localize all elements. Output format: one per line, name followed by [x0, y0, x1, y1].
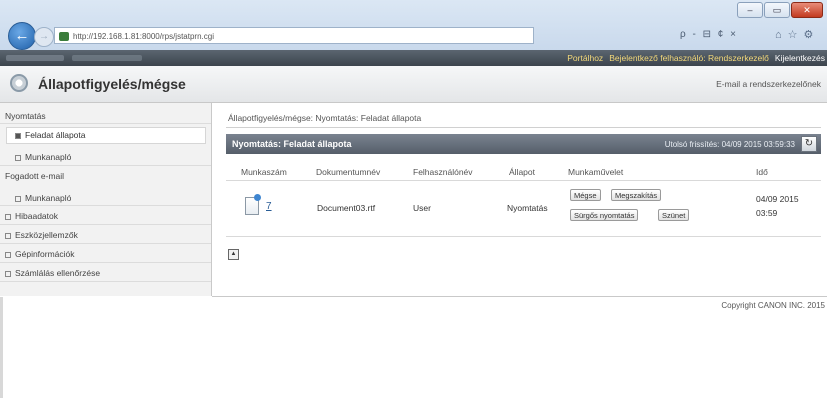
sidebar-item-printing[interactable]: Nyomtatás: [5, 111, 46, 121]
sidebar-divider: [0, 224, 211, 225]
panel-title: Nyomtatás: Feladat állapota: [232, 139, 352, 149]
logout-link[interactable]: Kijelentkezés: [775, 53, 825, 63]
user-name: User: [413, 203, 431, 213]
forward-arrow-icon[interactable]: →: [34, 27, 54, 47]
top-links: Portálhoz Bejelentkező felhasználó: Rends…: [561, 50, 825, 66]
urgent-print-button[interactable]: Sürgős nyomtatás: [570, 209, 639, 221]
content-bottom-divider: [212, 296, 827, 297]
sidebar-divider: [0, 281, 211, 282]
copyright: Copyright CANON INC. 2015: [721, 301, 825, 310]
favorites-star-icon[interactable]: ☆: [788, 29, 804, 41]
site-favicon-icon: [59, 32, 69, 42]
maximize-button[interactable]: ▭: [764, 2, 790, 18]
address-url: http://192.168.1.81:8000/rps/jstatprn.cg…: [73, 32, 214, 41]
sidebar-item-print-log[interactable]: Munkanapló: [15, 152, 71, 162]
column-header-document: Dokumentumnév: [316, 167, 381, 177]
browser-chrome: – ▭ ✕ ← → http://192.168.1.81:8000/rps/j…: [0, 0, 827, 50]
blurred-device-name: [6, 55, 64, 61]
left-edge-bar: [0, 297, 3, 398]
breadcrumb-divider: [226, 127, 821, 128]
cancel-button[interactable]: Mégse: [570, 189, 601, 201]
browser-toolbar-icons[interactable]: ⌂☆⚙: [775, 28, 819, 41]
sidebar-item-email-log[interactable]: Munkanapló: [15, 193, 71, 203]
status-monitor-icon: [10, 74, 28, 92]
home-icon[interactable]: ⌂: [775, 29, 788, 41]
top-bar: Portálhoz Bejelentkező felhasználó: Rends…: [0, 50, 827, 66]
column-header-job-operation: Munkaművelet: [568, 167, 624, 177]
close-window-button[interactable]: ✕: [791, 2, 823, 18]
sidebar-divider: [0, 262, 211, 263]
sidebar-item-label: Eszközjellemzők: [15, 230, 78, 240]
document-name: Document03.rtf: [317, 203, 376, 213]
sidebar-item-device-info[interactable]: Gépinformációk: [5, 249, 75, 259]
minimize-button[interactable]: –: [737, 2, 763, 18]
sidebar-item-device-features[interactable]: Eszközjellemzők: [5, 230, 78, 240]
address-tools[interactable]: ρ - ⊟ ¢ ×: [680, 29, 738, 40]
page-header: Állapotfigyelés/mégse E-mail a rendszerk…: [0, 66, 827, 103]
bullet-icon: [5, 213, 11, 220]
bullet-icon: [5, 251, 11, 258]
back-arrow-icon[interactable]: ←: [8, 22, 36, 50]
sidebar-item-received-email[interactable]: Fogadott e-mail: [5, 171, 64, 181]
pause-button[interactable]: Szünet: [658, 209, 690, 221]
address-bar[interactable]: http://192.168.1.81:8000/rps/jstatprn.cg…: [54, 27, 534, 44]
settings-gear-icon[interactable]: ⚙: [804, 29, 820, 41]
logged-in-user: Bejelentkező felhasználó: Rendszerkezelő: [609, 53, 769, 63]
job-date: 04/09 2015: [756, 194, 799, 204]
page-title: Állapotfigyelés/mégse: [38, 76, 186, 92]
bullet-icon: [5, 232, 11, 239]
sidebar-divider: [0, 243, 211, 244]
job-status: Nyomtatás: [507, 203, 548, 213]
column-header-time: Idő: [756, 167, 768, 177]
sidebar-item-counter-check[interactable]: Számlálás ellenőrzése: [5, 268, 100, 278]
bullet-icon: [15, 132, 21, 139]
sidebar-item-label: Hibaadatok: [15, 211, 59, 221]
job-time: 03:59: [756, 208, 778, 218]
refresh-icon[interactable]: ↻: [801, 136, 817, 152]
table-header-divider: [226, 180, 821, 181]
sidebar-item-label: Számlálás ellenőrzése: [15, 268, 101, 278]
blurred-device-location: [72, 55, 142, 61]
sidebar-divider: [0, 123, 211, 124]
mail-admin-link[interactable]: E-mail a rendszerkezelőnek: [716, 79, 821, 89]
bullet-icon: [5, 270, 11, 277]
sidebar-item-label: Munkanapló: [25, 152, 72, 162]
last-update-text: Utolsó frissítés: 04/09 2015 03:59:33: [664, 140, 795, 149]
sidebar-item-label: Feladat állapota: [25, 130, 86, 140]
window-controls: – ▭ ✕: [737, 2, 823, 18]
bullet-icon: [15, 154, 21, 161]
portal-link[interactable]: Portálhoz: [567, 53, 603, 63]
sidebar-item-error-info[interactable]: Hibaadatok: [5, 211, 58, 221]
sidebar-item-label: Gépinformációk: [15, 249, 75, 259]
job-number-link[interactable]: 7: [266, 201, 272, 212]
bullet-icon: [15, 195, 21, 202]
sidebar: Nyomtatás Feladat állapota Munkanapló Fo…: [0, 103, 212, 296]
column-header-user: Felhasználónév: [413, 167, 473, 177]
sidebar-divider: [0, 165, 211, 166]
sidebar-divider: [0, 205, 211, 206]
panel-header: Nyomtatás: Feladat állapota Utolsó friss…: [226, 134, 821, 154]
sidebar-item-label: Munkanapló: [25, 193, 72, 203]
column-header-status: Állapot: [509, 167, 535, 177]
sidebar-item-job-status[interactable]: Feladat állapota: [15, 130, 86, 140]
column-header-job-number: Munkaszám: [241, 167, 287, 177]
breadcrumb: Állapotfigyelés/mégse: Nyomtatás: Felada…: [228, 113, 422, 123]
page-top-icon[interactable]: ▲: [228, 249, 239, 260]
interrupt-button[interactable]: Megszakítás: [611, 189, 662, 201]
document-icon: [245, 194, 261, 215]
table-row-divider: [226, 236, 821, 237]
